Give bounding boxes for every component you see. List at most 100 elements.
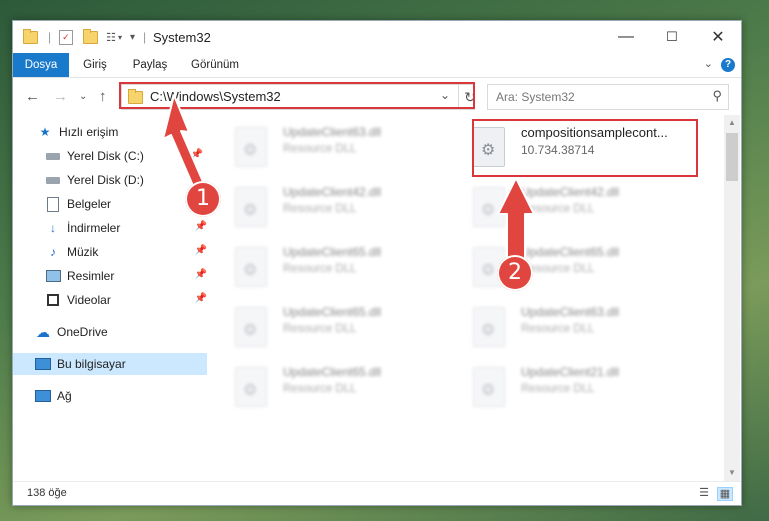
navigation-pane: ★ Hızlı erişim Yerel Disk (C:) 📌 Yerel D… — [13, 115, 207, 481]
list-item[interactable]: ⚙ UpdateClient65.dll Resource DLL — [235, 241, 455, 295]
list-item[interactable]: ⚙ UpdateClient65.dll Resource DLL — [235, 301, 455, 355]
star-icon: ★ — [39, 125, 51, 139]
sidebar-item-videos[interactable]: Videolar 📌 — [13, 289, 207, 311]
video-icon — [45, 293, 61, 307]
list-item[interactable]: ⚙ UpdateClient63.dll Resource DLL — [473, 301, 693, 355]
search-icon[interactable]: ⚲ — [712, 88, 722, 104]
tiles-view-icon[interactable]: ▦ — [717, 487, 733, 501]
file-name: UpdateClient65.dll — [283, 245, 382, 259]
pin-icon[interactable]: 📌 — [195, 221, 207, 232]
file-name: UpdateClient42.dll — [283, 185, 382, 199]
file-description: Resource DLL — [283, 263, 357, 275]
address-highlight-box — [119, 82, 475, 109]
search-box[interactable]: Ara: System32 ⚲ — [487, 84, 729, 110]
sidebar-item-label: İndirmeler — [67, 221, 121, 235]
scrollbar-thumb[interactable] — [726, 133, 738, 181]
window-title: System32 — [153, 30, 211, 45]
scroll-down-icon[interactable]: ▼ — [724, 465, 740, 481]
dll-file-icon: ⚙ — [235, 307, 267, 347]
separator: | — [48, 30, 52, 44]
file-description: Resource DLL — [521, 323, 595, 335]
help-icon[interactable]: ? — [721, 58, 735, 72]
tab-share[interactable]: Paylaş — [125, 53, 175, 77]
ribbon-tabs: Dosya Giriş Paylaş Görünüm ⌄ ? — [13, 53, 741, 78]
file-name: UpdateClient42.dll — [521, 185, 620, 199]
sidebar-item-label: Bu bilgisayar — [57, 357, 126, 371]
dll-file-icon: ⚙ — [235, 187, 267, 227]
list-item[interactable]: ⚙ UpdateClient65.dll Resource DLL — [235, 361, 455, 415]
minimize-button[interactable]: — — [603, 21, 649, 53]
drive-icon — [45, 173, 61, 187]
forward-arrow-icon[interactable]: → — [53, 88, 68, 105]
cloud-icon: ☁ — [36, 323, 50, 340]
new-folder-icon[interactable] — [83, 28, 99, 44]
music-icon: ♪ — [50, 245, 56, 259]
sidebar-item-label: Resimler — [67, 269, 115, 283]
sidebar-item-network[interactable]: Ağ — [13, 385, 207, 407]
file-name: UpdateClient63.dll — [521, 305, 620, 319]
tab-file[interactable]: Dosya — [13, 53, 69, 77]
pin-icon[interactable]: 📌 — [191, 149, 203, 160]
sidebar-item-label: Ağ — [57, 389, 72, 403]
scroll-up-icon[interactable]: ▲ — [724, 115, 740, 131]
up-arrow-icon[interactable]: ↑ — [99, 88, 107, 105]
details-view-icon[interactable]: ☰ — [697, 487, 711, 499]
sidebar-item-local-disk-d[interactable]: Yerel Disk (D:) — [13, 169, 207, 191]
quick-access-toolbar: | ✓ ☷ ▾ ▾ | — [23, 28, 146, 45]
back-arrow-icon[interactable]: ← — [25, 88, 40, 105]
tab-home[interactable]: Giriş — [73, 53, 117, 77]
sidebar-item-onedrive[interactable]: ☁ OneDrive — [13, 321, 207, 343]
dll-file-icon: ⚙ — [235, 367, 267, 407]
view-options-icon[interactable]: ☷ — [106, 31, 116, 44]
chevron-down-icon[interactable]: ⌄ — [704, 57, 713, 70]
sidebar-item-music[interactable]: ♪ Müzik 📌 — [13, 241, 207, 263]
navigation-bar: ← → ⌄ ↑ C:\Windows\System32 ⌄ ↻ Ara: Sys… — [13, 78, 741, 114]
sidebar-item-label: Hızlı erişim — [59, 125, 119, 139]
dll-file-icon: ⚙ — [473, 307, 505, 347]
list-item[interactable]: ⚙ UpdateClient42.dll Resource DLL — [235, 181, 455, 235]
vertical-scrollbar[interactable]: ▲ ▼ — [724, 115, 740, 481]
file-name: UpdateClient65.dll — [521, 245, 620, 259]
file-description: Resource DLL — [283, 383, 357, 395]
chevron-down-icon[interactable]: ▾ — [118, 33, 122, 42]
file-explorer-window: | ✓ ☷ ▾ ▾ | System32 — ☐ ✕ Dosya Giriş P… — [12, 20, 742, 506]
sidebar-item-quick-access[interactable]: ★ Hızlı erişim — [13, 121, 207, 143]
list-item[interactable]: ⚙ UpdateClient42.dll Resource DLL — [473, 181, 693, 235]
sidebar-item-local-disk-c[interactable]: Yerel Disk (C:) 📌 — [13, 145, 207, 167]
maximize-button[interactable]: ☐ — [649, 21, 695, 53]
tab-view[interactable]: Görünüm — [183, 53, 247, 77]
title-bar: | ✓ ☷ ▾ ▾ | System32 — ☐ ✕ — [13, 21, 741, 53]
close-button[interactable]: ✕ — [695, 21, 741, 53]
file-name: UpdateClient63.dll — [283, 125, 382, 139]
sidebar-item-documents[interactable]: Belgeler — [13, 193, 207, 215]
file-name: UpdateClient65.dll — [283, 305, 382, 319]
pin-icon[interactable]: 📌 — [195, 293, 207, 304]
sidebar-item-label: OneDrive — [57, 325, 108, 339]
list-item[interactable]: ⚙ UpdateClient63.dll Resource DLL — [235, 121, 455, 175]
download-icon: ↓ — [50, 221, 56, 235]
customize-toolbar-icon[interactable]: ▾ — [130, 32, 135, 43]
sidebar-item-downloads[interactable]: ↓ İndirmeler 📌 — [13, 217, 207, 239]
sidebar-item-pictures[interactable]: Resimler 📌 — [13, 265, 207, 287]
file-name: UpdateClient65.dll — [283, 365, 382, 379]
annotation-badge-1: 1 — [185, 181, 221, 217]
annotation-badge-2: 2 — [497, 255, 533, 291]
search-input[interactable]: Ara: System32 — [496, 90, 575, 104]
item-count: 138 öğe — [27, 487, 67, 499]
file-description: Resource DLL — [283, 143, 357, 155]
pin-icon[interactable]: 📌 — [195, 269, 207, 280]
computer-icon — [35, 357, 51, 371]
sidebar-item-label: Müzik — [67, 245, 99, 259]
sidebar-item-label: Videolar — [67, 293, 111, 307]
chevron-down-icon[interactable]: ⌄ — [79, 91, 87, 102]
properties-icon[interactable]: ✓ — [59, 29, 74, 45]
file-description: Resource DLL — [283, 203, 357, 215]
file-description: Resource DLL — [521, 383, 595, 395]
sidebar-item-this-pc[interactable]: Bu bilgisayar — [13, 353, 207, 375]
dll-file-icon: ⚙ — [235, 127, 267, 167]
file-highlight-box — [472, 119, 698, 177]
list-item[interactable]: ⚙ UpdateClient21.dll Resource DLL — [473, 361, 693, 415]
dll-file-icon: ⚙ — [473, 187, 505, 227]
sidebar-item-label: Belgeler — [67, 197, 112, 211]
pin-icon[interactable]: 📌 — [195, 245, 207, 256]
